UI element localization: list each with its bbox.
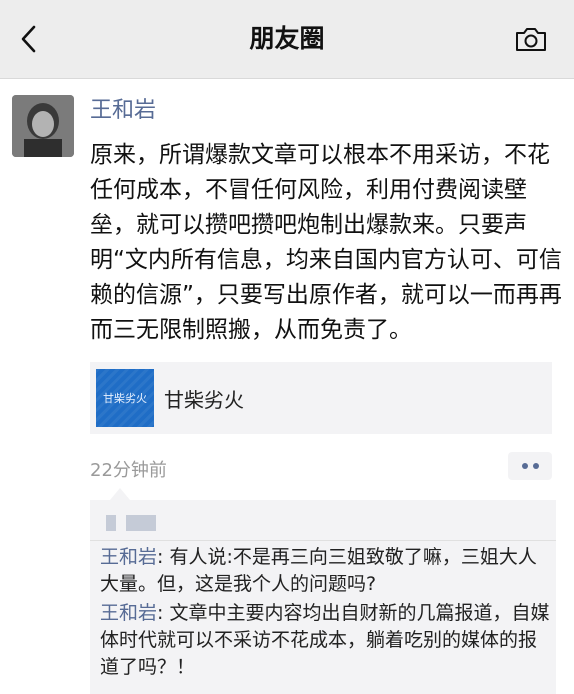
post-author-name[interactable]: 王和岩 [90,97,156,125]
shared-link-thumbnail: 甘柴劣火 [96,369,154,427]
comment-item[interactable]: 王和岩: 文章中主要内容均出自财新的几篇报道，自媒体时代就可以不采访不花成本，躺… [100,600,550,681]
top-nav-bar: 朋友圈 [0,0,574,79]
avatar-photo [12,95,74,157]
avatar[interactable] [12,95,74,157]
liker-name-redacted [106,515,116,531]
shared-link-card[interactable]: 甘柴劣火 甘柴劣火 [90,362,552,434]
more-dot-icon [521,463,528,469]
divider [90,540,556,541]
camera-icon [516,28,546,51]
comment-separator: : [157,602,170,624]
liker-name-redacted [126,515,156,531]
likes-comments-panel: 王和岩: 有人说:不是再三向三姐致敬了嘛，三姐大人大量。但，这是我个人的问题吗?… [90,488,556,694]
likes-row [106,514,156,532]
more-actions-button[interactable] [508,452,552,480]
comment-item[interactable]: 王和岩: 有人说:不是再三向三姐致敬了嘛，三姐大人大量。但，这是我个人的问题吗? [100,544,550,598]
shared-link-thumb-text: 甘柴劣火 [103,392,147,405]
comment-author[interactable]: 王和岩 [100,602,157,624]
page-title: 朋友圈 [249,24,325,53]
comment-separator: : [157,546,170,568]
more-dot-icon [532,463,539,469]
comment-author[interactable]: 王和岩 [100,546,157,568]
shared-link-title: 甘柴劣火 [164,387,244,412]
post-timestamp: 22分钟前 [90,460,167,481]
post-text: 原来，所谓爆款文章可以根本不用采访，不花任何成本，不冒任何风险，利用付费阅读壁垒… [90,142,562,343]
camera-button[interactable] [512,22,550,56]
